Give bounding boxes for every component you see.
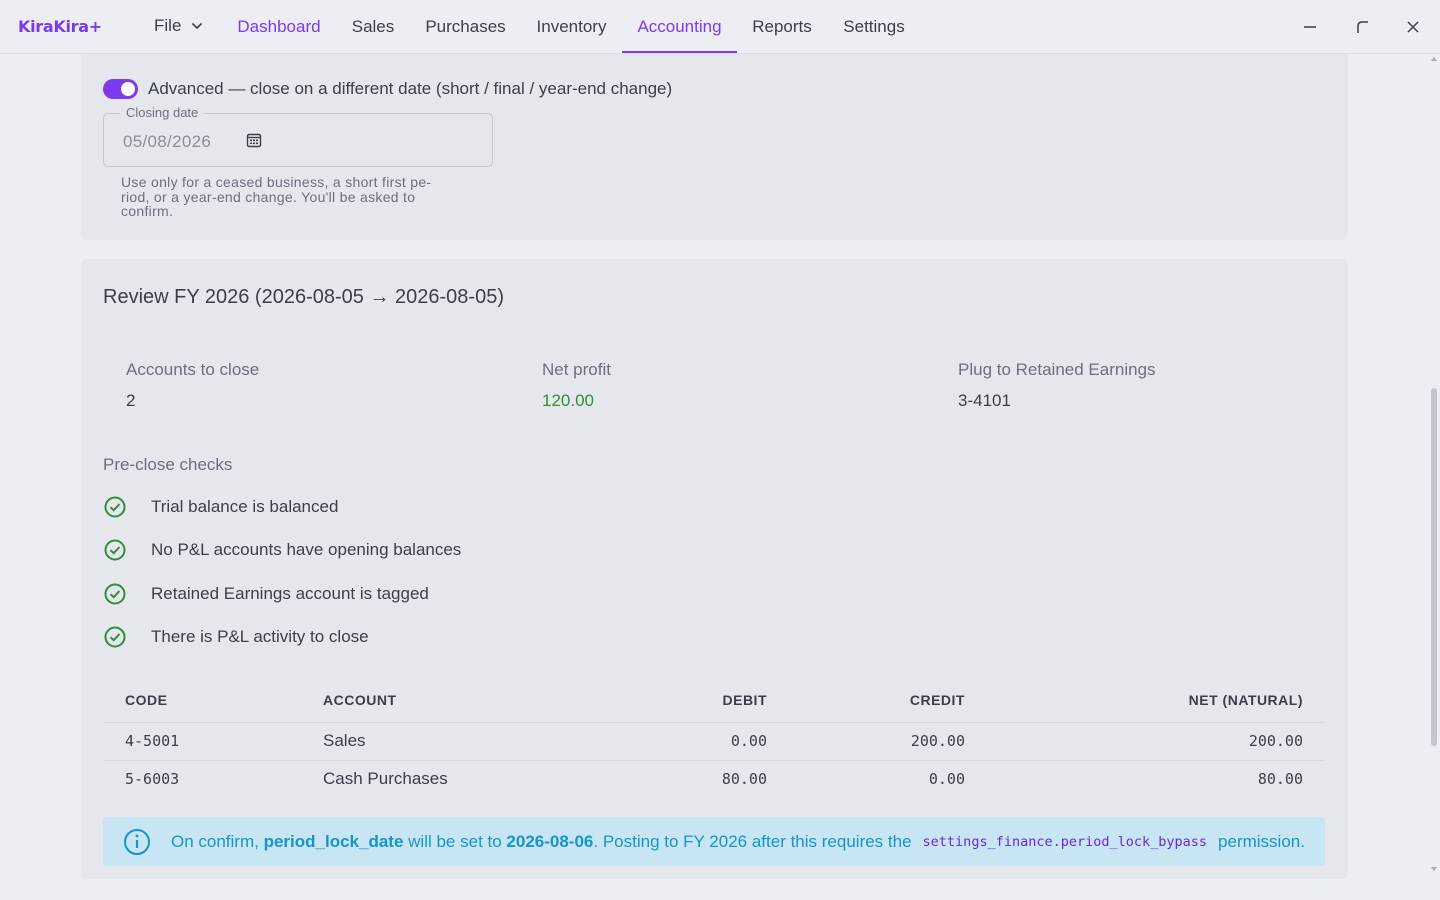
cell-account: Cash Purchases: [323, 769, 448, 789]
cell-code: 5-6003: [125, 770, 180, 789]
tab-purchases[interactable]: Purchases: [425, 0, 506, 54]
scroll-thumb[interactable]: [1431, 388, 1437, 746]
helper-line: confirm.: [121, 203, 174, 219]
active-tab-indicator: [622, 51, 737, 53]
closing-date-value[interactable]: 05/08/2026: [123, 132, 211, 152]
closing-date-field[interactable]: Closing date 05/08/2026: [103, 105, 493, 167]
minimize-icon: [1304, 26, 1316, 28]
review-title: Review FY 2026 (2026-08-05 → 2026-08-05): [103, 286, 504, 308]
helper-line: Use only for a ceased business, a short …: [121, 174, 432, 190]
advanced-toggle-label[interactable]: Advanced — close on a different date (sh…: [148, 79, 672, 99]
table-row: 4-5001 Sales 0.00 200.00 200.00: [103, 722, 1325, 761]
check-circle-icon: [104, 583, 126, 605]
stat-net-profit: Net profit 120.00: [542, 360, 611, 411]
col-code: CODE: [103, 678, 301, 723]
vertical-scrollbar[interactable]: [1428, 54, 1440, 900]
tab-accounting[interactable]: Accounting: [622, 0, 737, 54]
tab-reports[interactable]: Reports: [752, 0, 812, 54]
check-item: No P&L accounts have opening balances: [103, 538, 461, 562]
stat-label: Plug to Retained Earnings: [958, 360, 1156, 379]
restore-icon: [1357, 21, 1368, 33]
stat-value: 2: [126, 391, 136, 410]
closing-lines-table: CODE ACCOUNT DEBIT CREDIT NET (NATURAL) …: [103, 678, 1325, 798]
cell-net: 80.00: [1257, 770, 1303, 789]
close-options-card: Advanced — close on a different date (sh…: [81, 54, 1348, 240]
col-credit: CREDIT: [789, 678, 987, 723]
stat-label: Net profit: [542, 360, 611, 379]
check-item: Trial balance is balanced: [103, 495, 338, 519]
period-lock-info-banner: On confirm, period_lock_date will be set…: [103, 817, 1325, 866]
col-account: ACCOUNT: [301, 678, 589, 723]
info-field-name: period_lock_date: [263, 831, 404, 851]
tab-sales[interactable]: Sales: [351, 0, 395, 54]
cell-account: Sales: [301, 722, 589, 761]
check-label: There is P&L activity to close: [151, 627, 369, 646]
stat-value: 120.00: [542, 391, 594, 410]
table-header-row: CODE ACCOUNT DEBIT CREDIT NET (NATURAL): [103, 678, 1325, 723]
app-logo[interactable]: KiraKira+: [18, 17, 102, 36]
minimize-button[interactable]: [1297, 14, 1323, 40]
cell-debit: 80.00: [721, 770, 767, 789]
check-circle-icon: [104, 496, 126, 518]
check-circle-icon: [104, 539, 126, 561]
tab-inventory[interactable]: Inventory: [536, 0, 607, 54]
info-text: . Posting to FY 2026 after this requires…: [593, 831, 912, 851]
pre-close-checks-title: Pre-close checks: [103, 455, 233, 474]
closing-date-helper: Use only for a ceased business, a short …: [121, 175, 461, 219]
info-text: will be set to: [403, 831, 507, 851]
info-permission-code: settings_finance.period_lock_bypass: [922, 833, 1208, 850]
toggle-knob: [121, 82, 135, 96]
close-icon: [1407, 21, 1419, 33]
stat-label: Accounts to close: [126, 360, 260, 379]
cell-code: 4-5001: [103, 722, 301, 761]
calendar-icon[interactable]: [246, 132, 262, 148]
advanced-toggle[interactable]: [103, 79, 138, 99]
stat-plug-account: Plug to Retained Earnings 3-4101: [958, 360, 1156, 411]
scroll-down-arrow-icon[interactable]: [1431, 867, 1437, 871]
restore-button[interactable]: [1350, 14, 1376, 40]
info-text: permission.: [1218, 831, 1305, 851]
closing-date-label: Closing date: [120, 105, 205, 120]
col-debit: DEBIT: [589, 678, 789, 723]
stat-accounts-to-close: Accounts to close 2: [126, 360, 259, 411]
table-row: 5-6003 Cash Purchases 80.00 0.00 80.00: [103, 760, 1325, 798]
check-circle-icon: [104, 626, 126, 648]
cell-credit: 200.00: [789, 722, 987, 761]
cell-credit: 0.00: [928, 770, 965, 789]
check-label: Retained Earnings account is tagged: [151, 584, 429, 603]
check-label: No P&L accounts have opening balances: [151, 540, 462, 559]
top-bar: KiraKira+ File Dashboard Sales Purchases…: [0, 0, 1440, 54]
file-menu-label: File: [154, 16, 182, 35]
review-card: Review FY 2026 (2026-08-05 → 2026-08-05)…: [81, 259, 1348, 879]
cell-debit: 0.00: [589, 722, 789, 761]
check-item: There is P&L activity to close: [103, 625, 369, 649]
chevron-down-icon: [192, 22, 203, 30]
info-icon: [124, 829, 150, 855]
cell-net: 200.00: [987, 722, 1325, 761]
col-net: NET (NATURAL): [987, 678, 1325, 723]
tab-dashboard[interactable]: Dashboard: [237, 0, 321, 54]
check-label: Trial balance is balanced: [151, 497, 339, 516]
close-button[interactable]: [1400, 14, 1426, 40]
tab-settings[interactable]: Settings: [843, 0, 905, 54]
check-item: Retained Earnings account is tagged: [103, 582, 429, 606]
scroll-up-arrow-icon[interactable]: [1431, 57, 1437, 61]
info-lock-date: 2026-08-06: [506, 831, 594, 851]
file-menu[interactable]: File: [154, 16, 203, 36]
stat-value: 3-4101: [958, 391, 1011, 410]
info-text: On confirm,: [171, 831, 264, 851]
helper-line: riod, or a year-end change. You'll be as…: [121, 188, 416, 205]
